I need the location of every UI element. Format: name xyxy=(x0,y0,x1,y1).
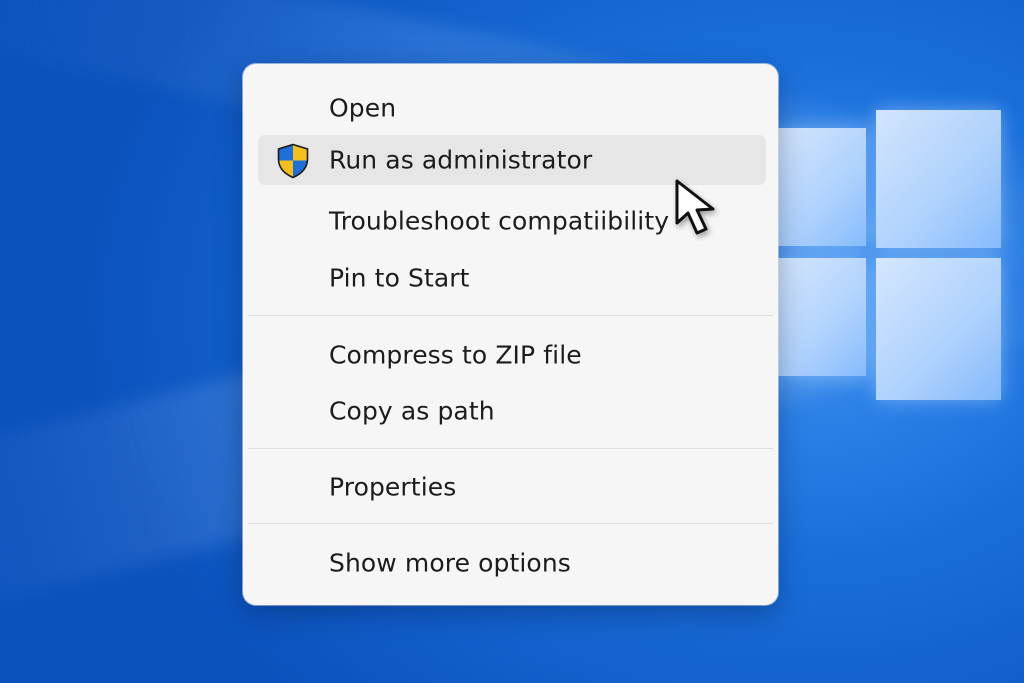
menu-separator xyxy=(248,523,773,524)
menu-item-pin-to-start[interactable]: Pin to Start xyxy=(258,253,766,303)
menu-item-compress-to-zip[interactable]: Compress to ZIP file xyxy=(258,330,766,380)
menu-separator xyxy=(248,315,773,316)
windows-logo-pane xyxy=(876,258,1001,400)
context-menu: Open Run as administrator Troubleshoot c… xyxy=(243,64,778,605)
menu-item-label: Compress to ZIP file xyxy=(329,340,582,370)
arrow-pointer-icon xyxy=(675,179,715,235)
uac-shield-icon xyxy=(277,143,309,179)
windows-logo-pane xyxy=(778,128,866,246)
windows-logo-pane xyxy=(778,258,866,376)
menu-item-open[interactable]: Open xyxy=(258,83,766,133)
menu-item-label: Copy as path xyxy=(329,396,495,426)
windows-logo-pane xyxy=(876,110,1001,248)
menu-item-label: Troubleshoot compatiibility xyxy=(329,206,670,236)
menu-item-copy-as-path[interactable]: Copy as path xyxy=(258,386,766,436)
menu-item-show-more-options[interactable]: Show more options xyxy=(258,538,766,588)
menu-item-label: Properties xyxy=(329,472,457,502)
menu-item-properties[interactable]: Properties xyxy=(258,462,766,512)
menu-item-label: Show more options xyxy=(329,548,571,578)
windows-logo-icon xyxy=(778,110,1003,400)
menu-item-label: Run as administrator xyxy=(329,145,593,175)
menu-item-label: Open xyxy=(329,93,397,123)
menu-separator xyxy=(248,448,773,449)
menu-item-label: Pin to Start xyxy=(329,263,470,293)
